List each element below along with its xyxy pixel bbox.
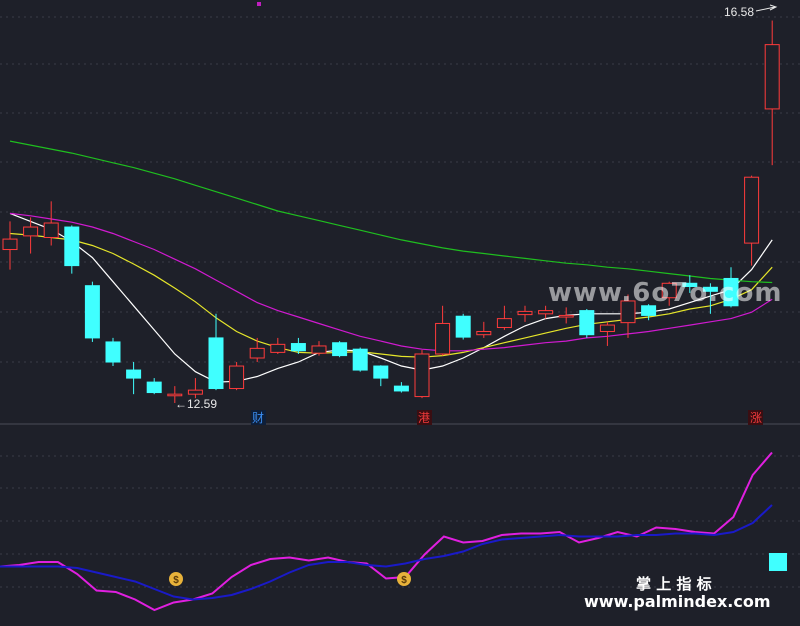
candle-down — [332, 341, 348, 358]
candle-body — [517, 310, 533, 316]
candle-body — [270, 343, 286, 353]
candle-up — [414, 349, 430, 399]
candle-body — [455, 315, 471, 338]
svg-text:财: 财 — [252, 411, 264, 425]
candle-body — [208, 337, 224, 390]
candle-body — [290, 343, 306, 352]
candle-body — [744, 176, 760, 244]
candle-body — [311, 345, 327, 354]
candle-up — [229, 362, 245, 391]
top-marker-dot — [257, 2, 261, 6]
candle-body — [414, 353, 430, 398]
candle-body — [393, 385, 409, 392]
candle-body — [229, 365, 245, 390]
candle-body — [538, 310, 554, 315]
chart-background — [0, 0, 800, 626]
money-bag-icon: $ — [397, 572, 411, 586]
high-price-label: 16.58 — [724, 5, 754, 19]
candle-body — [435, 322, 451, 355]
money-bag-icon: $ — [169, 572, 183, 586]
candle-body — [2, 238, 18, 251]
candle-body — [496, 318, 512, 328]
candle-body — [764, 44, 780, 110]
candle-body — [352, 348, 368, 371]
candle-body — [249, 347, 265, 359]
svg-text:港: 港 — [418, 411, 430, 425]
footer-url-watermark: www.palmindex.com — [584, 592, 771, 611]
candle-body — [146, 381, 162, 394]
low-price-label: ←12.59 — [175, 397, 217, 411]
candle-down — [105, 337, 121, 367]
svg-text:涨: 涨 — [750, 410, 762, 425]
candle-down — [352, 347, 368, 372]
candle-body — [558, 314, 574, 318]
event-marker-gang: 港 — [417, 410, 432, 425]
candle-body — [64, 226, 80, 267]
candle-body — [43, 222, 59, 238]
candle-body — [126, 369, 142, 379]
center-watermark: www.6o7o.com — [548, 278, 782, 308]
candle-down — [455, 313, 471, 340]
footer-title-watermark: 掌 上 指 标 — [636, 575, 712, 593]
candle-body — [579, 310, 595, 336]
candle-down — [579, 308, 595, 338]
candle-body — [23, 226, 39, 237]
event-marker-cai: 财 — [251, 410, 266, 425]
candle-down — [84, 281, 100, 342]
candle-body — [476, 330, 492, 336]
candle-body — [599, 324, 615, 332]
candle-body — [167, 393, 183, 397]
candlestick-chart: ←12.59 16.58 财 港 涨 $ $ www.6o7o.com 掌 上 … — [0, 0, 800, 626]
svg-text:$: $ — [173, 575, 179, 586]
svg-text:$: $ — [401, 575, 407, 586]
signal-square — [769, 553, 787, 571]
candle-body — [332, 342, 348, 357]
event-marker-zhang: 涨 — [748, 410, 763, 425]
candle-body — [105, 341, 121, 363]
candle-body — [373, 365, 389, 379]
candle-body — [84, 285, 100, 339]
candle-body — [187, 389, 203, 395]
